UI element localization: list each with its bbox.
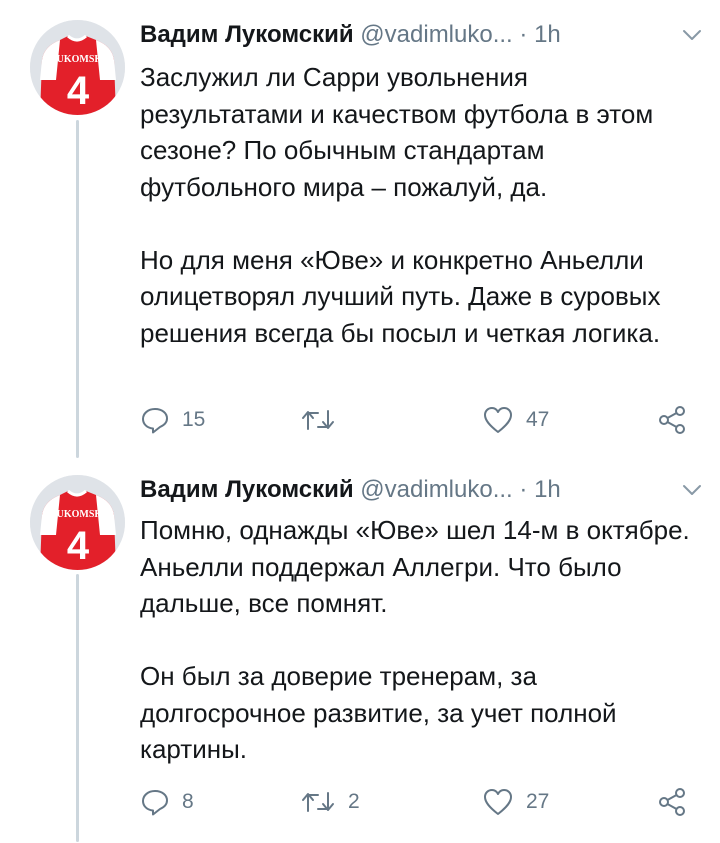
author-handle[interactable]: @vadimluko... xyxy=(360,476,512,503)
author-name[interactable]: Вадим Лукомский xyxy=(140,476,354,503)
avatar[interactable]: LUKOMSKI 4 xyxy=(30,475,125,570)
avatar-jersey-image: LUKOMSKI 4 xyxy=(30,20,125,115)
like-button[interactable]: 47 xyxy=(482,400,549,440)
author-handle[interactable]: @vadimluko... xyxy=(360,21,512,48)
reply-icon xyxy=(142,790,168,816)
separator-dot: · xyxy=(519,21,528,48)
tweet-time[interactable]: 1h xyxy=(534,21,561,48)
tweet-paragraph: Заслужил ли Сарри увольнения результатам… xyxy=(140,62,654,202)
share-icon xyxy=(659,788,685,816)
tweet-time[interactable]: 1h xyxy=(534,476,561,503)
reply-icon xyxy=(142,408,168,434)
retweet-icon xyxy=(302,410,334,430)
tweet[interactable]: LUKOMSKI 4 Вадим Лукомский @vadimluko...… xyxy=(0,15,720,445)
tweet-paragraph: Он был за доверие тренерам, за долгосроч… xyxy=(140,661,617,764)
svg-text:4: 4 xyxy=(67,524,90,568)
avatar[interactable]: LUKOMSKI 4 xyxy=(30,20,125,115)
chevron-down-icon[interactable] xyxy=(680,478,704,502)
tweet-text: Заслужил ли Сарри увольнения результатам… xyxy=(140,59,692,351)
tweet-text: Помню, однажды «Юве» шел 14-м в октябре.… xyxy=(140,512,692,768)
reply-count: 8 xyxy=(182,790,194,813)
tweet-actions: 8 2 27 xyxy=(140,782,700,822)
separator-dot: · xyxy=(519,476,528,503)
like-icon xyxy=(484,789,512,815)
retweet-button[interactable]: 2 xyxy=(300,782,360,822)
like-count: 47 xyxy=(526,408,550,431)
share-button[interactable] xyxy=(656,400,688,440)
like-icon xyxy=(484,407,512,433)
like-count: 27 xyxy=(526,790,550,813)
retweet-button[interactable] xyxy=(300,400,348,440)
reply-button[interactable]: 8 xyxy=(140,782,194,822)
chevron-down-icon[interactable] xyxy=(680,23,704,47)
like-button[interactable]: 27 xyxy=(482,782,549,822)
svg-text:4: 4 xyxy=(67,69,90,113)
svg-text:LUKOMSKI: LUKOMSKI xyxy=(50,54,106,65)
reply-count: 15 xyxy=(182,408,206,431)
tweet-actions: 15 47 xyxy=(140,400,700,440)
tweet-paragraph: Помню, однажды «Юве» шел 14-м в октябре.… xyxy=(140,515,690,618)
svg-text:LUKOMSKI: LUKOMSKI xyxy=(50,509,106,520)
tweet-header: Вадим Лукомский @vadimluko... · 1h xyxy=(140,470,700,510)
reply-button[interactable]: 15 xyxy=(140,400,205,440)
tweet-paragraph: Но для меня «Юве» и конкретно Аньелли ол… xyxy=(140,244,661,348)
tweet[interactable]: LUKOMSKI 4 Вадим Лукомский @vadimluko...… xyxy=(0,470,720,843)
tweet-header: Вадим Лукомский @vadimluko... · 1h xyxy=(140,15,700,55)
retweet-count: 2 xyxy=(348,790,360,813)
avatar-jersey-image: LUKOMSKI 4 xyxy=(30,475,125,570)
retweet-icon xyxy=(302,792,334,812)
share-button[interactable] xyxy=(656,782,688,822)
share-icon xyxy=(659,406,685,434)
author-name[interactable]: Вадим Лукомский xyxy=(140,21,354,48)
